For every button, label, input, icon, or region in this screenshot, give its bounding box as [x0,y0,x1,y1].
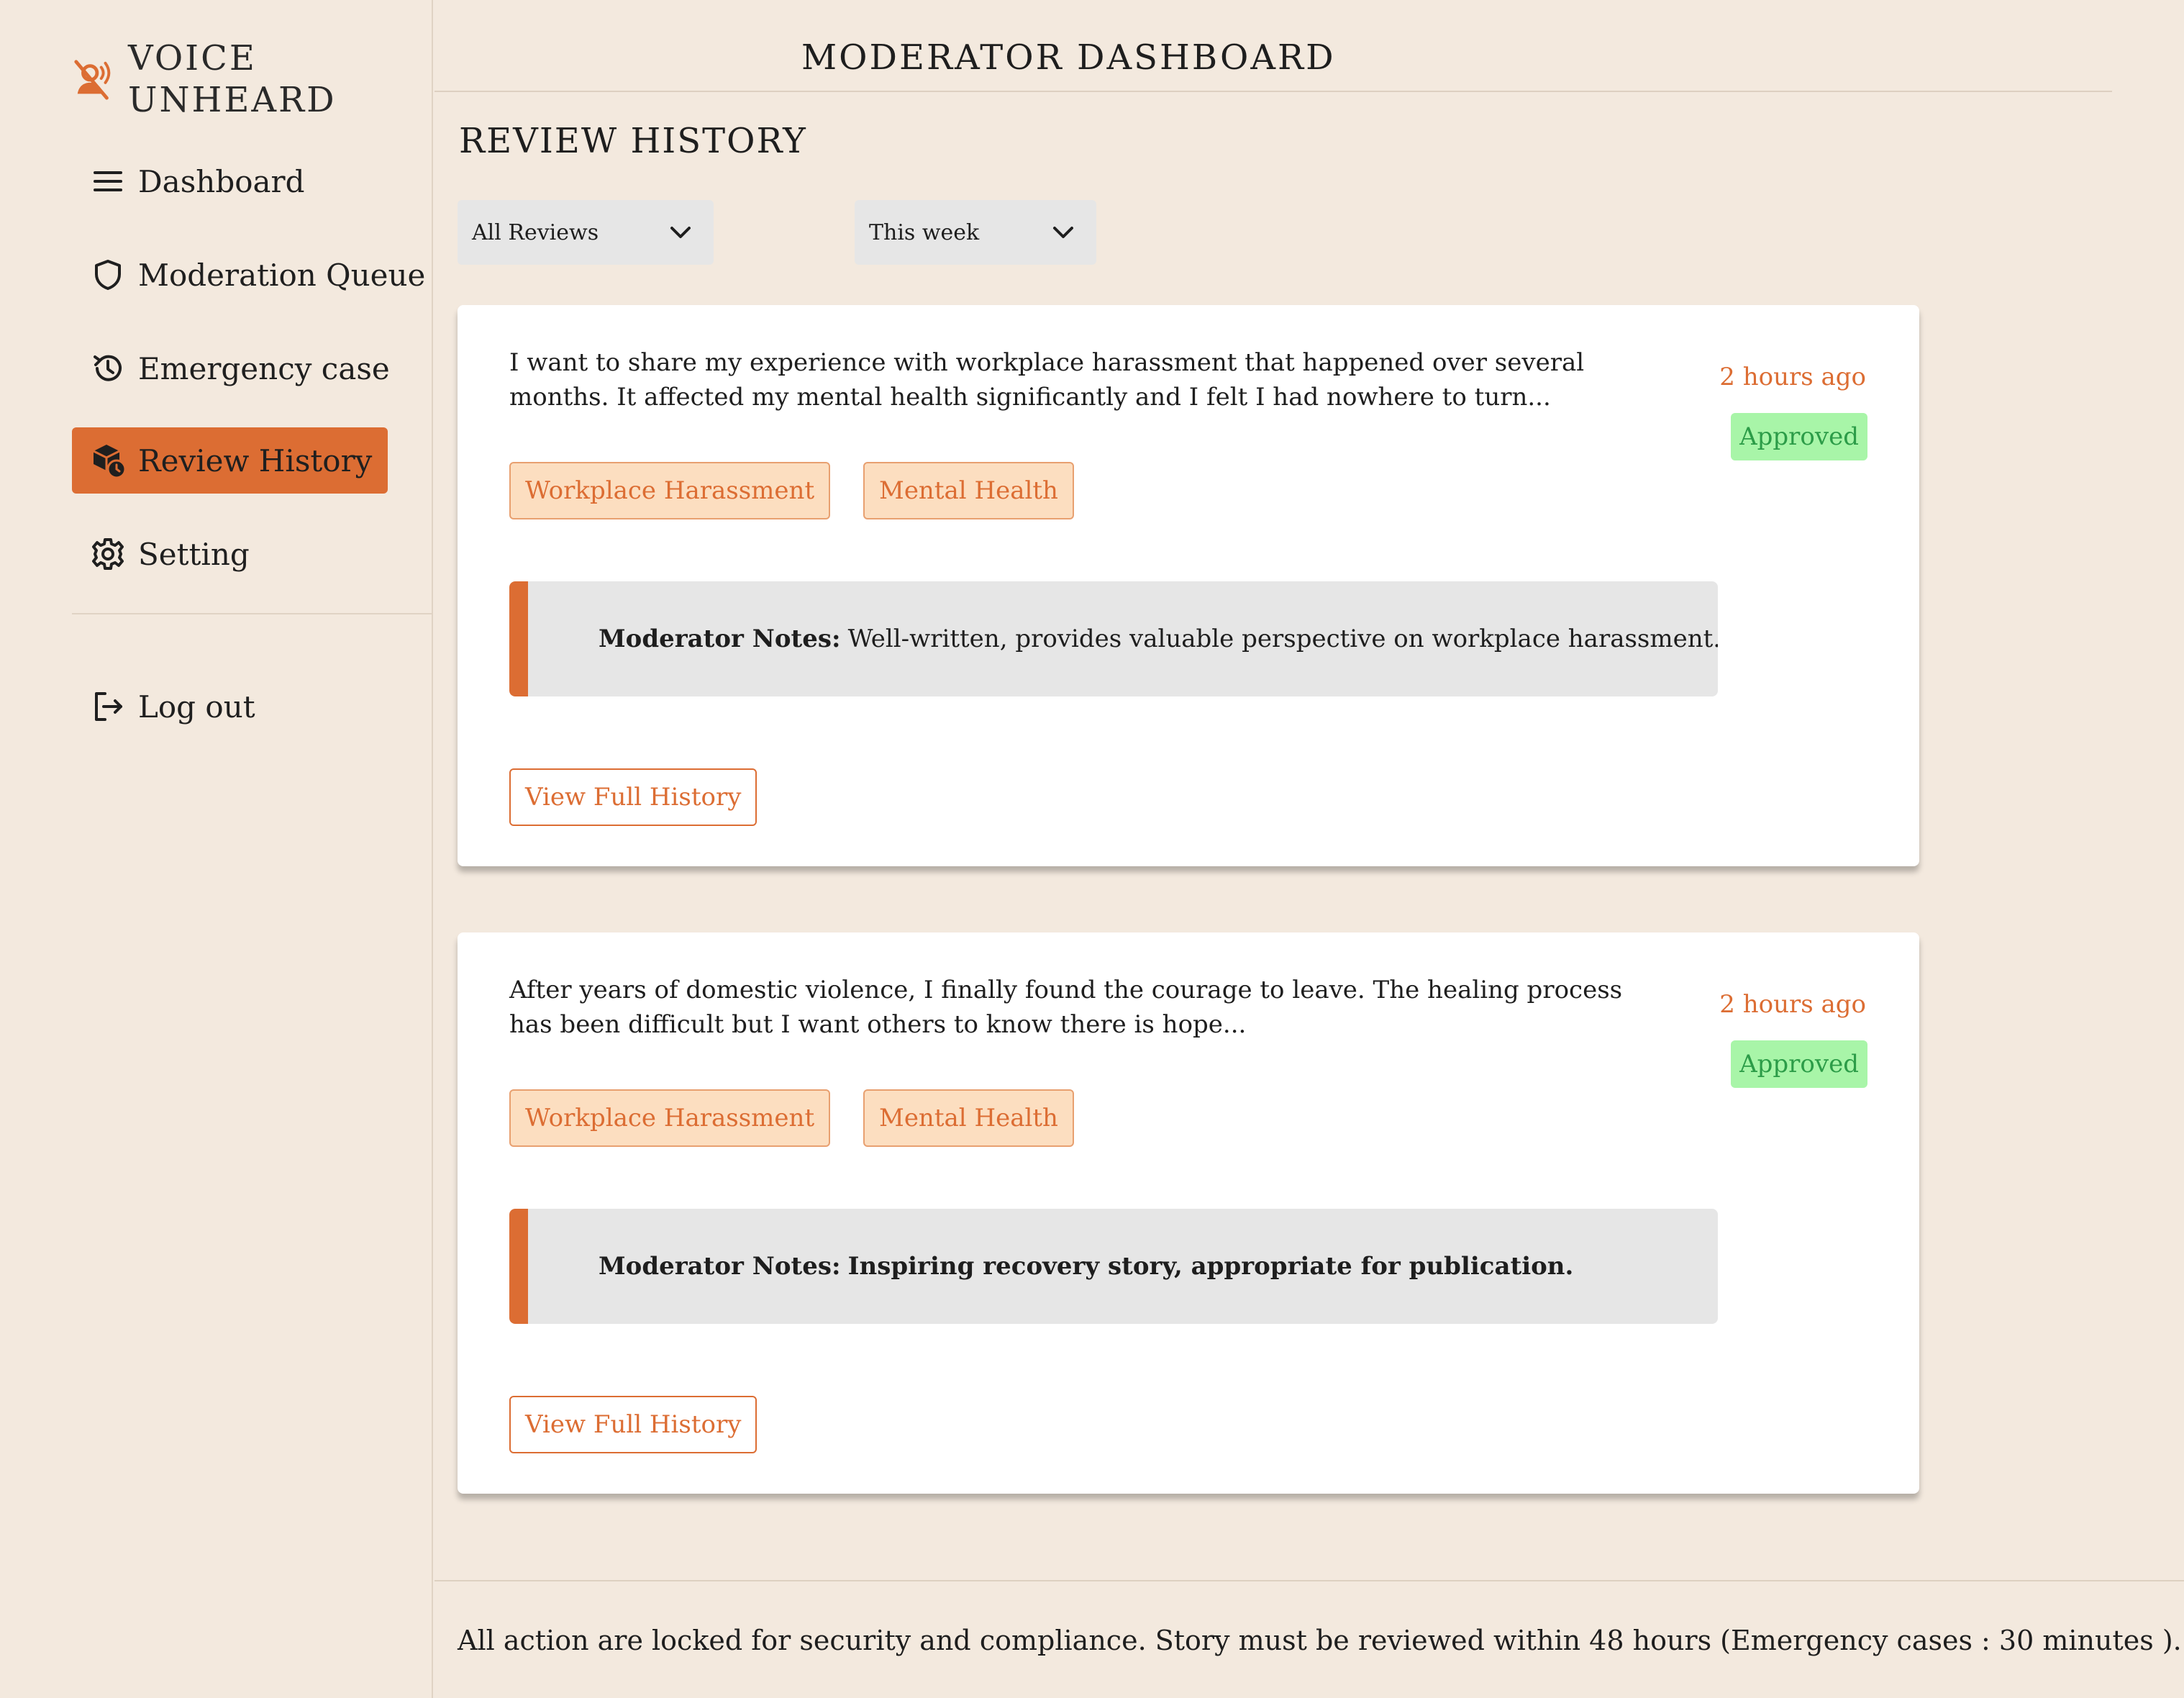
logout-label: Log out [138,689,255,725]
app-root: VOICE UNHEARD Dashboard Moderation Queue [0,0,2184,1698]
section-title: REVIEW HISTORY [459,121,807,161]
menu-icon [89,163,127,200]
review-type-select[interactable]: All Reviews [458,200,714,265]
brand-name-line2: UNHEARD [128,80,337,120]
chevron-down-icon [1053,227,1073,238]
sidebar-item-label: Emergency case [138,350,390,386]
brand-name: VOICE UNHEARD [128,37,337,121]
page-title: MODERATOR DASHBOARD [801,37,1336,78]
gear-icon [89,535,127,573]
sidebar-item-label: Setting [138,536,250,572]
logout-button[interactable]: Log out [72,673,271,740]
package-clock-icon [89,442,127,479]
view-full-history-button[interactable]: View Full History [509,768,757,826]
logout-icon [89,688,127,725]
sidebar-item-review-history[interactable]: Review History [72,427,388,494]
tag-chip[interactable]: Workplace Harassment [509,1089,831,1147]
status-badge: Approved [1731,413,1867,460]
moderator-note: Moderator Notes: Well-written, provides … [509,581,1718,696]
sidebar-item-label: Dashboard [138,163,305,199]
brand-name-line1: VOICE [128,38,257,78]
history-icon [89,350,127,387]
review-excerpt: I want to share my experience with workp… [509,348,1585,412]
review-time: 2 hours ago [1719,363,1866,391]
period-select[interactable]: This week [855,200,1096,265]
sidebar-item-setting[interactable]: Setting [72,521,265,587]
chevron-down-icon [670,227,691,238]
sidebar-item-emergency-case[interactable]: Emergency case [72,335,406,401]
header-divider [434,91,2112,92]
shield-icon [89,256,127,294]
note-label: Moderator Notes: [599,625,841,653]
moderator-note: Moderator Notes: Inspiring recovery stor… [509,1209,1718,1324]
review-excerpt: After years of domestic violence, I fina… [509,976,1623,1039]
note-text: Well-written, provides valuable perspect… [847,625,1718,653]
review-card: I want to share my experience with workp… [458,305,1919,866]
note-text: Inspiring recovery story, appropriate fo… [847,1252,1574,1281]
status-badge: Approved [1731,1040,1867,1088]
footer-divider [434,1580,2184,1581]
sidebar-item-dashboard[interactable]: Dashboard [72,148,321,214]
tag-chip[interactable]: Mental Health [863,1089,1074,1147]
sidebar-divider [72,613,433,614]
sidebar: VOICE UNHEARD Dashboard Moderation Queue [0,0,433,1698]
review-type-value: All Reviews [472,219,599,245]
period-value: This week [869,219,980,245]
review-time: 2 hours ago [1719,990,1866,1019]
tag-chip[interactable]: Mental Health [863,462,1074,519]
sidebar-item-label: Review History [138,442,373,478]
brand[interactable]: VOICE UNHEARD [72,37,337,121]
tag-chip[interactable]: Workplace Harassment [509,462,831,519]
sidebar-item-label: Moderation Queue [138,257,426,293]
note-accent-bar [509,581,528,696]
review-card: After years of domestic violence, I fina… [458,932,1919,1494]
note-accent-bar [509,1209,528,1324]
note-label: Moderator Notes: [599,1252,841,1281]
voice-off-icon [74,60,111,100]
footer-notice: All action are locked for security and c… [458,1625,2182,1656]
sidebar-item-moderation-queue[interactable]: Moderation Queue [72,242,441,308]
view-full-history-button[interactable]: View Full History [509,1396,757,1453]
